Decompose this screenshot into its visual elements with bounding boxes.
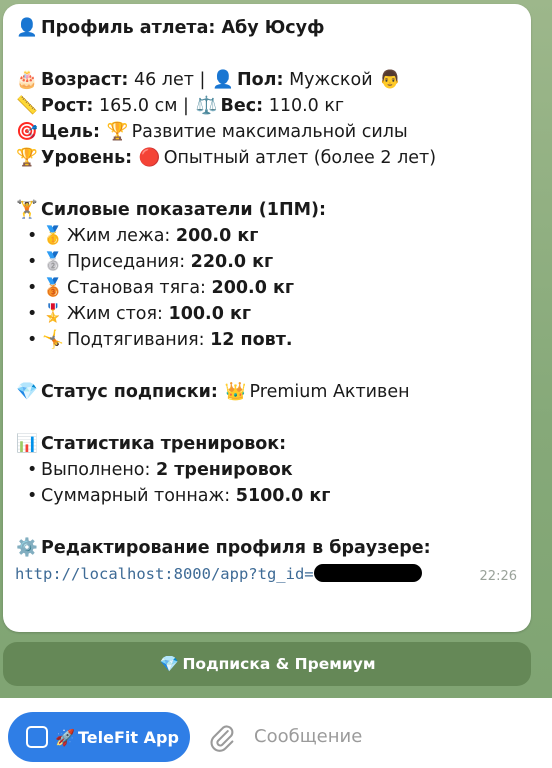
strength-item-label: Подтягивания:	[67, 330, 205, 350]
strength-header: Силовые показатели (1ПМ):	[41, 200, 326, 220]
strength-item-label: Жим стоя:	[67, 304, 163, 324]
stats-header: Статистика тренировок:	[41, 434, 287, 454]
strength-item-value: 200.0 кг	[175, 226, 259, 246]
goal-value: Развитие максимальной силы	[131, 122, 408, 142]
age-label: Возраст:	[41, 70, 129, 90]
military-medal-icon: 🎖️	[42, 304, 64, 324]
gear-icon: ⚙️	[16, 538, 38, 558]
strength-item-value: 100.0 кг	[168, 304, 251, 324]
bullet: •	[27, 226, 38, 246]
profile-title: Профиль атлета: Абу Юсуф	[41, 18, 325, 38]
bullet: •	[27, 486, 38, 506]
bar-chart-icon: 📊	[16, 434, 38, 454]
strength-item-value: 220.0 кг	[190, 252, 274, 272]
strength-header-line: 🏋️ Силовые показатели (1ПМ):	[15, 198, 519, 224]
age-value: 46 лет	[133, 70, 194, 90]
separator: |	[199, 70, 206, 90]
height-weight-line: 📏 Рост: 165.0 см | ⚖️ Вес: 110.0 кг	[15, 94, 519, 120]
telefit-app-label: TeleFit App	[78, 727, 179, 747]
trophy-icon: 🏆	[16, 148, 38, 168]
bullet: •	[27, 278, 38, 298]
rocket-icon: 🚀	[55, 727, 75, 747]
strength-item: • 🤸 Подтягивания: 12 повт.	[15, 328, 519, 354]
stats-item: • Суммарный тоннаж: 5100.0 кг	[15, 484, 519, 510]
subscription-label: Статус подписки:	[41, 382, 218, 402]
level-value: Опытный атлет (более 2 лет)	[163, 148, 437, 168]
bullet: •	[27, 304, 38, 324]
diamond-icon: 💎	[16, 382, 38, 402]
subscription-premium-button[interactable]: 💎 Подписка & Премиум	[3, 642, 531, 686]
trophy-icon: 🏆	[106, 122, 129, 142]
red-circle-icon: 🔴	[138, 148, 161, 168]
scales-icon: ⚖️	[195, 96, 218, 116]
level-line: 🏆 Уровень: 🔴 Опытный атлет (более 2 лет)	[15, 146, 519, 172]
profile-edit-link[interactable]: http://localhost:8000/app?tg_id=	[15, 565, 314, 583]
stats-tonnage-value: 5100.0 кг	[235, 486, 331, 506]
ruler-icon: 📏	[16, 96, 38, 116]
diamond-icon: 💎	[159, 655, 180, 673]
strength-item: • 🎖️ Жим стоя: 100.0 кг	[15, 302, 519, 328]
weightlifter-icon: 🏋️	[16, 200, 38, 220]
height-label: Рост:	[41, 96, 94, 116]
weight-label: Вес:	[220, 96, 264, 116]
link-row: http://localhost:8000/app?tg_id= 22:26	[15, 562, 519, 588]
bullet: •	[27, 460, 38, 480]
gender-label: Пол:	[237, 70, 284, 90]
stats-done-value: 2 тренировок	[156, 460, 293, 480]
separator: |	[183, 96, 189, 116]
height-value: 165.0 см	[98, 96, 178, 116]
user-icon: 👤	[16, 18, 38, 38]
app-square-icon	[26, 726, 48, 748]
crown-icon: 👑	[224, 382, 247, 402]
stats-item: • Выполнено: 2 тренировок	[15, 458, 519, 484]
stats-tonnage-label: Суммарный тоннаж:	[41, 486, 231, 506]
level-label: Уровень:	[41, 148, 133, 168]
profile-title-line: 👤 Профиль атлета: Абу Юсуф	[15, 16, 519, 42]
strength-item: • 🥉 Становая тяга: 200.0 кг	[15, 276, 519, 302]
paperclip-icon[interactable]	[208, 723, 236, 753]
subscription-value: Premium Активен	[249, 382, 410, 402]
strength-item: • 🥈 Приседания: 220.0 кг	[15, 250, 519, 276]
strength-item-value: 12 повт.	[210, 330, 293, 350]
bullet: •	[27, 330, 38, 350]
gold-medal-icon: 🥇	[42, 226, 64, 246]
message-bubble: 👤 Профиль атлета: Абу Юсуф 🎂 Возраст: 46 л…	[3, 4, 531, 632]
cake-icon: 🎂	[16, 70, 38, 90]
message-input[interactable]: Сообщение	[254, 726, 362, 747]
strength-item-label: Жим лежа:	[67, 226, 171, 246]
strength-item-label: Приседания:	[67, 252, 186, 272]
redacted-id	[313, 564, 422, 582]
message-time: 22:26	[479, 569, 517, 584]
telefit-app-button[interactable]: 🚀 TeleFit App	[8, 712, 190, 762]
strength-item-value: 200.0 кг	[211, 278, 294, 298]
gender-value: Мужской	[289, 70, 373, 90]
bullet: •	[27, 252, 38, 272]
edit-header: Редактирование профиля в браузере:	[41, 538, 431, 558]
subscription-line: 💎 Статус подписки: 👑 Premium Активен	[15, 380, 519, 406]
strength-item-label: Становая тяга:	[67, 278, 206, 298]
goal-label: Цель:	[41, 122, 100, 142]
man-face-icon: 👨	[379, 70, 402, 90]
strength-item: • 🥇 Жим лежа: 200.0 кг	[15, 224, 519, 250]
user-icon: 👤	[212, 70, 234, 90]
bronze-medal-icon: 🥉	[42, 278, 64, 298]
goal-line: 🎯 Цель: 🏆 Развитие максимальной силы	[15, 120, 519, 146]
target-icon: 🎯	[16, 122, 38, 142]
stats-done-label: Выполнено:	[41, 460, 151, 480]
silver-medal-icon: 🥈	[42, 252, 64, 272]
subscription-premium-label: Подписка & Премиум	[182, 655, 376, 673]
stats-header-line: 📊 Статистика тренировок:	[15, 432, 519, 458]
weight-value: 110.0 кг	[268, 96, 345, 116]
edit-header-line: ⚙️ Редактирование профиля в браузере:	[15, 536, 519, 562]
age-gender-line: 🎂 Возраст: 46 лет | 👤 Пол: Мужской 👨	[15, 68, 519, 94]
gymnast-icon: 🤸	[42, 330, 64, 350]
